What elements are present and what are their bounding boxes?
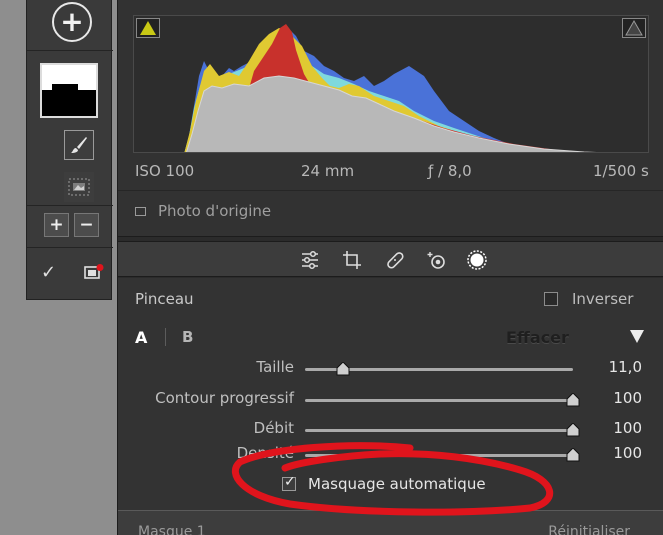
healing-icon[interactable] bbox=[384, 249, 406, 271]
plus-icon: + bbox=[60, 5, 84, 38]
original-photo-toggle[interactable]: Photo d'origine bbox=[135, 202, 271, 220]
divider bbox=[27, 50, 113, 51]
mask-footer: Masque 1 Réinitialiser bbox=[118, 510, 663, 535]
histogram bbox=[133, 15, 649, 153]
brush-icon bbox=[71, 137, 87, 153]
brush-tab-a[interactable]: A bbox=[135, 328, 147, 347]
iso-value: ISO 100 bbox=[135, 162, 195, 180]
brush-presets-menu-icon[interactable] bbox=[630, 330, 644, 343]
highlight-clipping-icon bbox=[625, 19, 643, 36]
brush-tool-button[interactable] bbox=[64, 130, 94, 160]
sliders-icon[interactable] bbox=[299, 249, 321, 271]
size-value[interactable]: 11,0 bbox=[609, 358, 642, 376]
add-mask-button[interactable]: + bbox=[52, 2, 92, 42]
feather-slider[interactable]: Contour progressif 100 bbox=[118, 389, 663, 411]
add-brush-button[interactable]: + bbox=[44, 213, 69, 237]
histogram-panel: ISO 100 24 mm ƒ / 8,0 1/500 s Photo d'or… bbox=[118, 0, 663, 237]
reset-button[interactable]: Réinitialiser bbox=[548, 524, 630, 535]
flow-value[interactable]: 100 bbox=[613, 419, 642, 437]
shadow-clipping-icon bbox=[140, 21, 156, 35]
auto-mask-checkbox[interactable] bbox=[282, 474, 296, 491]
invert-label: Inverser bbox=[572, 290, 634, 308]
auto-mask-toggle[interactable]: Masquage automatique bbox=[282, 474, 486, 493]
size-label: Taille bbox=[256, 358, 294, 376]
masking-icon[interactable] bbox=[466, 249, 488, 271]
brush-title: Pinceau bbox=[135, 290, 194, 308]
density-slider[interactable]: Densité 100 bbox=[118, 444, 663, 466]
subtract-brush-button[interactable]: − bbox=[74, 213, 99, 237]
exif-info: ISO 100 24 mm ƒ / 8,0 1/500 s bbox=[118, 160, 663, 184]
feather-label: Contour progressif bbox=[155, 389, 294, 407]
density-track[interactable] bbox=[305, 448, 580, 462]
invert-checkbox[interactable] bbox=[544, 292, 558, 306]
brush-panel: Pinceau Inverser A B Effacer Taille 11,0… bbox=[118, 278, 663, 510]
feather-thumb[interactable] bbox=[566, 393, 580, 407]
flow-thumb[interactable] bbox=[566, 423, 580, 437]
density-value[interactable]: 100 bbox=[613, 444, 642, 462]
show-overlay-checkbox[interactable]: ✓ bbox=[41, 262, 56, 283]
focal-length-value: 24 mm bbox=[301, 162, 355, 180]
brush-tab-b[interactable]: B bbox=[182, 328, 193, 346]
red-eye-icon[interactable] bbox=[426, 249, 448, 271]
mask-thumbnail[interactable] bbox=[40, 63, 98, 118]
size-thumb[interactable] bbox=[336, 362, 350, 376]
overlay-color-icon[interactable] bbox=[84, 264, 104, 280]
aperture-value: ƒ / 8,0 bbox=[428, 162, 472, 180]
mask-toolbar: + + − ✓ bbox=[26, 0, 113, 300]
shutter-speed-value: 1/500 s bbox=[593, 162, 649, 180]
linked-mask-button[interactable] bbox=[64, 172, 94, 202]
size-slider[interactable]: Taille 11,0 bbox=[118, 358, 663, 380]
original-photo-label: Photo d'origine bbox=[158, 202, 272, 220]
flow-slider[interactable]: Débit 100 bbox=[118, 419, 663, 441]
original-photo-checkbox[interactable] bbox=[135, 206, 146, 216]
image-mask-icon bbox=[68, 178, 90, 196]
flow-label: Débit bbox=[253, 419, 294, 437]
histogram-graph bbox=[184, 24, 597, 152]
shadow-clipping-toggle[interactable] bbox=[136, 18, 160, 38]
invert-toggle[interactable]: Inverser bbox=[544, 290, 633, 308]
develop-panel: ISO 100 24 mm ƒ / 8,0 1/500 s Photo d'or… bbox=[117, 0, 663, 535]
highlight-clipping-toggle[interactable] bbox=[622, 18, 646, 38]
feather-track[interactable] bbox=[305, 393, 580, 407]
crop-icon[interactable] bbox=[341, 249, 363, 271]
density-label: Densité bbox=[236, 444, 294, 462]
tool-strip bbox=[118, 241, 663, 277]
size-track[interactable] bbox=[305, 362, 573, 376]
feather-value[interactable]: 100 bbox=[613, 389, 642, 407]
density-thumb[interactable] bbox=[566, 448, 580, 462]
mask-name[interactable]: Masque 1 bbox=[138, 524, 206, 535]
flow-track[interactable] bbox=[305, 423, 580, 437]
brush-tab-erase[interactable]: Effacer bbox=[506, 328, 569, 347]
auto-mask-label: Masquage automatique bbox=[308, 475, 486, 493]
